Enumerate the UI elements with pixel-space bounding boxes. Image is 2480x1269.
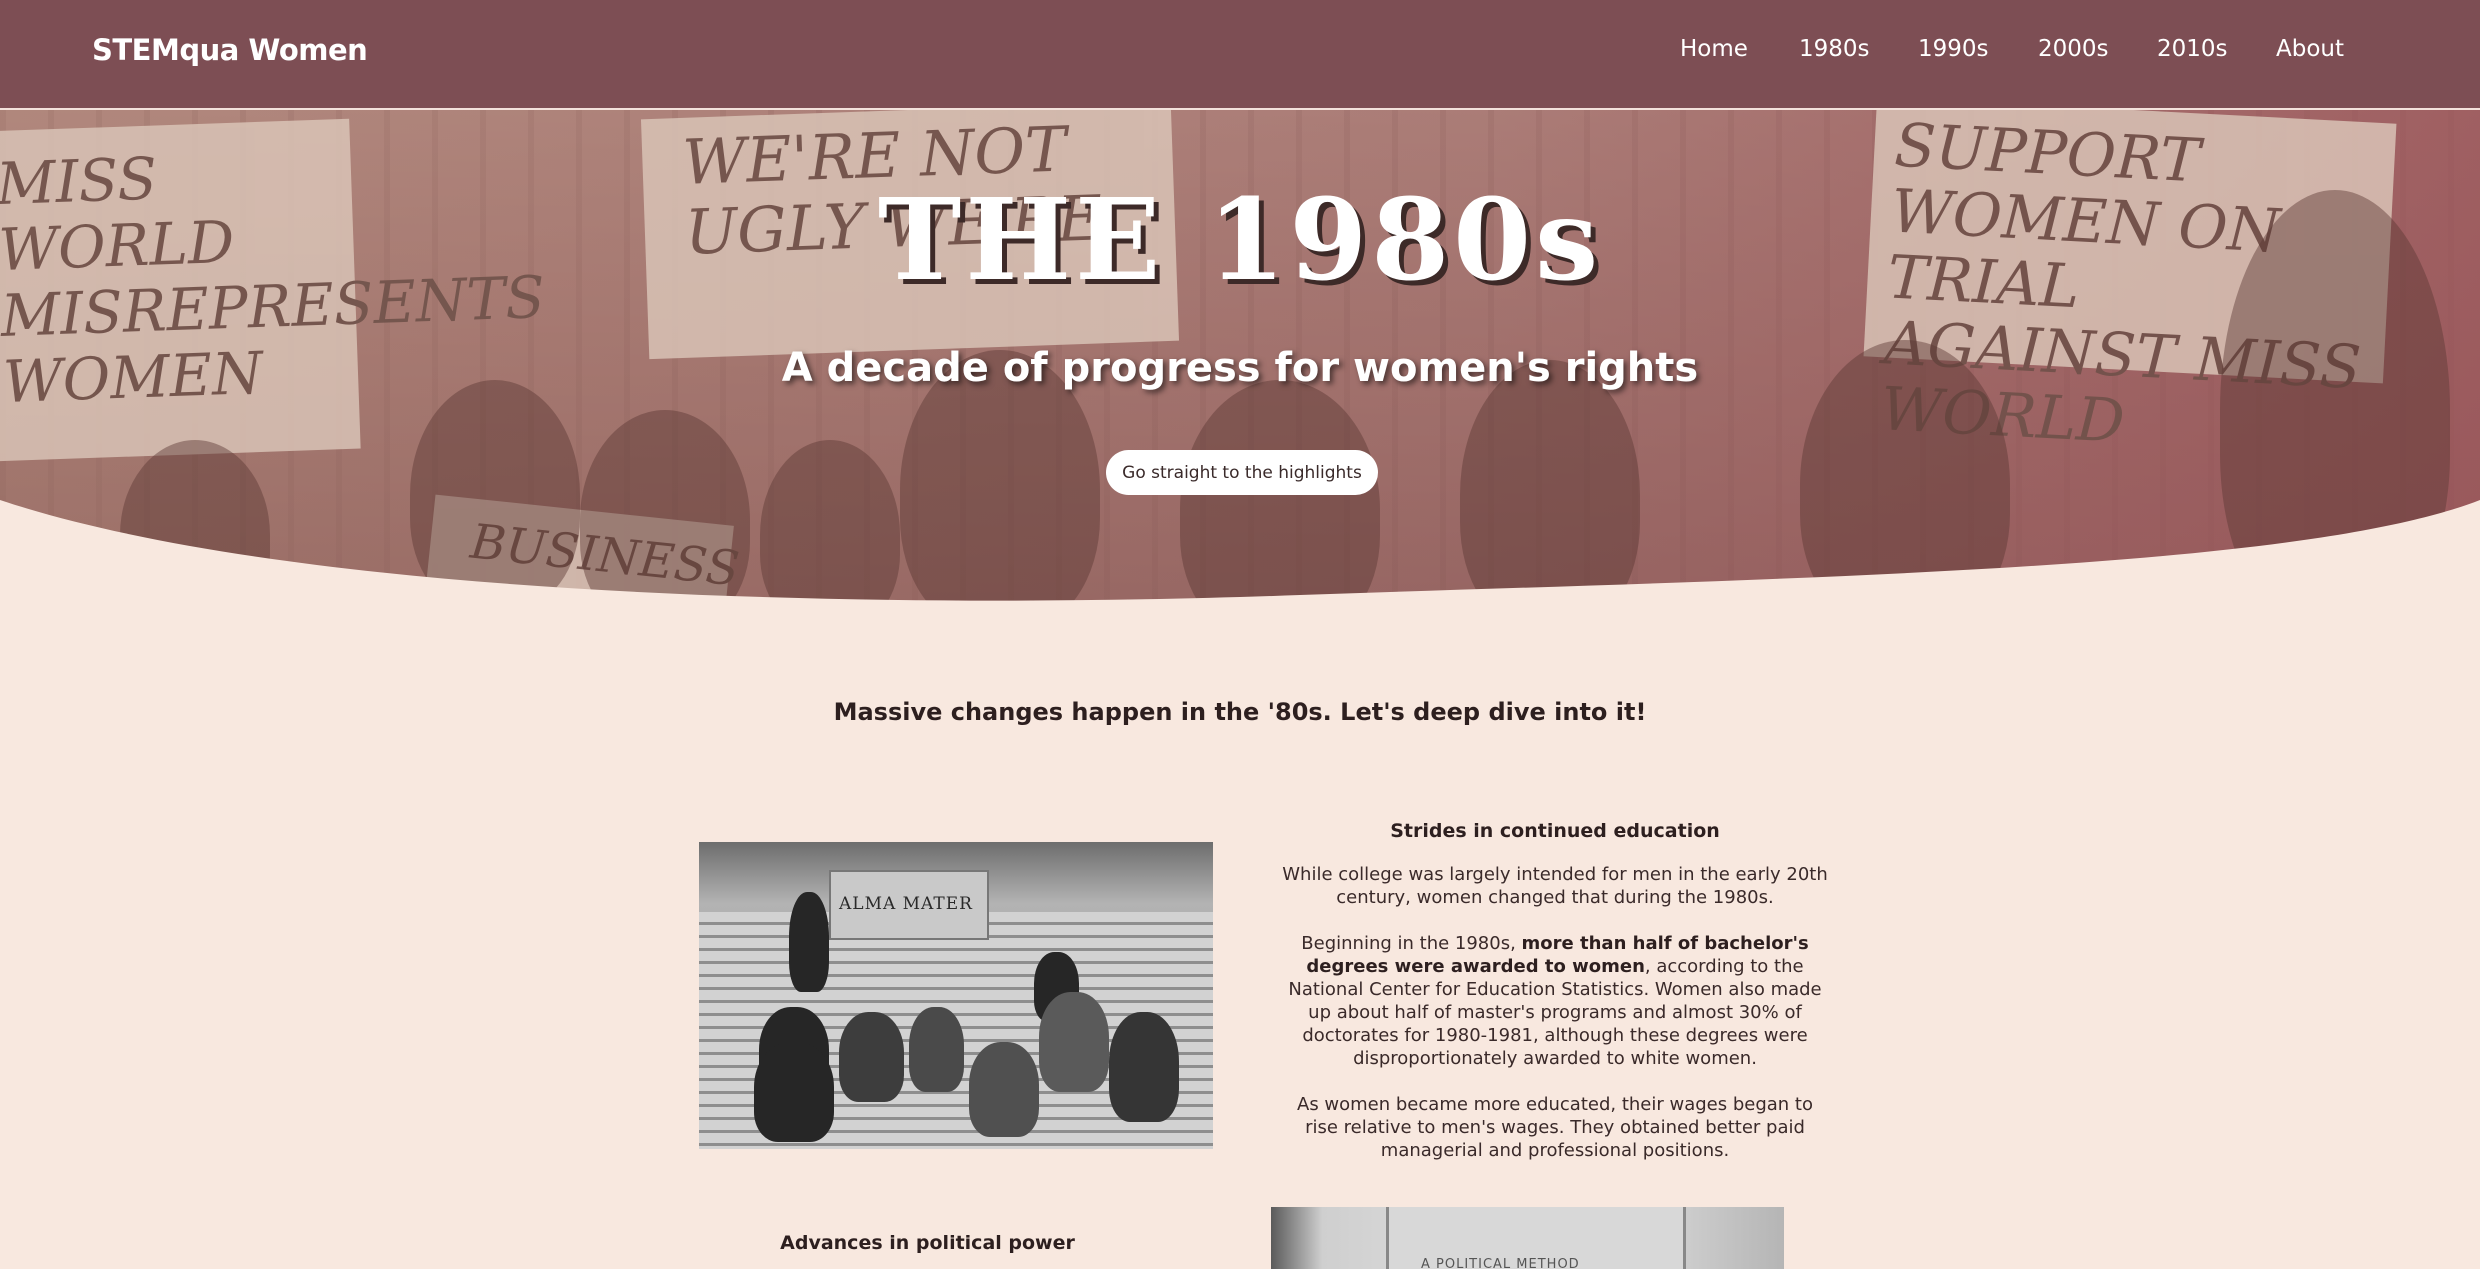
nav-link-about[interactable]: About — [2276, 36, 2344, 62]
nav-link-2000s[interactable]: 2000s — [2038, 36, 2109, 62]
student-figure — [969, 1042, 1039, 1137]
nav-link-2010s[interactable]: 2010s — [2157, 36, 2228, 62]
education-paragraph-3: As women became more educated, their wag… — [1297, 1094, 1813, 1161]
education-paragraph-2: Beginning in the 1980s, more than half o… — [1280, 932, 1830, 1070]
brand-logo-link[interactable]: STEMqua Women — [92, 33, 368, 67]
nav-link-1990s[interactable]: 1990s — [1918, 36, 1989, 62]
education-heading: Strides in continued education — [1390, 820, 1720, 842]
hero-subtitle: A decade of progress for women's rights — [781, 345, 1699, 391]
section-lead-heading: Massive changes happen in the '80s. Let'… — [833, 698, 1647, 726]
political-power-heading: Advances in political power — [780, 1232, 1075, 1254]
nav-link-1980s[interactable]: 1980s — [1799, 36, 1870, 62]
student-figure — [754, 1042, 834, 1142]
political-photo-caption: A POLITICAL METHOD — [1421, 1257, 1580, 1269]
education-paragraph-1: While college was largely intended for m… — [1282, 864, 1828, 908]
top-navbar: STEMqua Women Home 1980s 1990s 2000s 201… — [0, 0, 2480, 110]
student-figure — [839, 1012, 904, 1102]
highlights-button[interactable]: Go straight to the highlights — [1106, 450, 1378, 495]
political-photo: A POLITICAL METHOD — [1271, 1207, 1784, 1269]
student-figure — [789, 892, 829, 992]
nav-link-home[interactable]: Home — [1680, 36, 1748, 62]
alma-mater-photo-caption: ALMA MATER — [839, 894, 973, 914]
hero-wave-divider — [0, 500, 2480, 610]
student-figure — [909, 1007, 964, 1092]
alma-mater-photo: ALMA MATER — [699, 842, 1213, 1149]
education-section: Strides in continued education While col… — [1280, 820, 1830, 1185]
education-paragraph-2-start: Beginning in the 1980s, — [1301, 933, 1522, 954]
hero-title: THE 1980s — [877, 175, 1603, 306]
hero-banner: MISS WORLD MISREPRESENTS WOMEN WE'RE NOT… — [0, 110, 2480, 610]
student-figure — [1109, 1012, 1179, 1122]
student-figure — [1039, 992, 1109, 1092]
